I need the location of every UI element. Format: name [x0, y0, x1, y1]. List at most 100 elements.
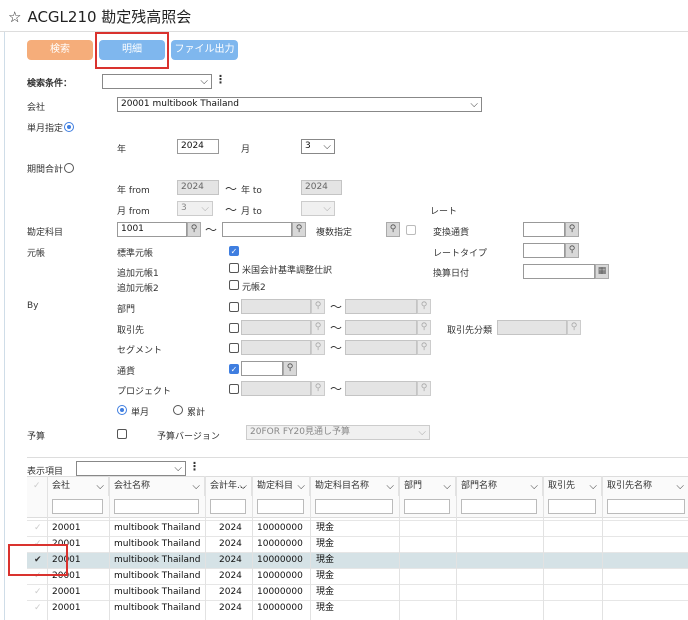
dept-from-input[interactable]: [241, 299, 311, 314]
multi-select-checkbox[interactable]: [406, 225, 416, 235]
month-from-select[interactable]: 3 ⌵: [177, 201, 213, 216]
budget-version-select[interactable]: 20FOR FY20見通し予算 ⌵: [246, 425, 430, 440]
search-icon[interactable]: ⚲: [565, 243, 579, 258]
display-items-select[interactable]: ⌵: [76, 461, 186, 476]
project-from-input[interactable]: [241, 381, 311, 396]
partner-from-input[interactable]: [241, 320, 311, 335]
cell-account: 10000000: [257, 539, 303, 549]
budget-version-value: 20FOR FY20見通し予算: [250, 427, 350, 437]
partner-to-input[interactable]: [345, 320, 417, 335]
single-month-period-radio[interactable]: [117, 405, 127, 415]
chevron-down-icon: ⌵: [96, 481, 104, 492]
conv-date-input[interactable]: [523, 264, 595, 279]
table-row[interactable]: ✓ 20001 multibook Thailand 2024 10000000…: [27, 600, 688, 616]
dept-to-input[interactable]: [345, 299, 417, 314]
more-options-icon[interactable]: ⋮: [189, 460, 200, 473]
table-row[interactable]: ✓ 20001 multibook Thailand 2024 10000000…: [27, 584, 688, 600]
search-icon[interactable]: ⚲: [565, 222, 579, 237]
company-select[interactable]: 20001 multibook Thailand ⌵: [117, 97, 482, 112]
budget-checkbox[interactable]: [117, 429, 127, 439]
std-ledger-checkbox[interactable]: ✓: [229, 246, 239, 256]
table-row-selected[interactable]: ✔ 20001 multibook Thailand 2024 10000000…: [27, 552, 688, 568]
search-icon[interactable]: ⚲: [311, 320, 325, 335]
search-icon[interactable]: ⚲: [311, 340, 325, 355]
col-header-company-name[interactable]: 会社名称 ⌵: [109, 476, 205, 496]
chevron-down-icon: ⌵: [676, 481, 684, 492]
account-to-input[interactable]: [222, 222, 292, 237]
star-icon[interactable]: ☆: [8, 8, 21, 26]
segment-from-input[interactable]: [241, 340, 311, 355]
search-button[interactable]: 検索: [27, 40, 93, 60]
us-gaap-checkbox[interactable]: [229, 263, 239, 273]
row-check-icon[interactable]: ✓: [34, 521, 42, 536]
ledger2-checkbox[interactable]: [229, 280, 239, 290]
filter-partner[interactable]: [548, 499, 596, 514]
partner-class-input[interactable]: [497, 320, 567, 335]
page-title: ☆ ACGL210 勘定残高照会: [8, 6, 191, 27]
year-to-input[interactable]: 2024: [301, 180, 342, 195]
rate-type-input[interactable]: [523, 243, 565, 258]
search-icon[interactable]: ⚲: [311, 299, 325, 314]
currency-input[interactable]: [241, 361, 283, 376]
column-divider: [456, 476, 457, 620]
project-checkbox[interactable]: [229, 384, 239, 394]
search-icon[interactable]: ⚲: [417, 381, 431, 396]
period-total-radio[interactable]: [64, 163, 74, 173]
search-icon[interactable]: ⚲: [311, 381, 325, 396]
single-month-radio[interactable]: [64, 122, 74, 132]
segment-checkbox[interactable]: [229, 343, 239, 353]
col-header-partner[interactable]: 取引先 ⌵: [543, 476, 602, 496]
table-row[interactable]: ✓ 20001 multibook Thailand 2024 10000000…: [27, 568, 688, 584]
filter-account-name[interactable]: [315, 499, 393, 514]
more-options-icon[interactable]: ⋮: [215, 73, 226, 86]
year-input[interactable]: 2024: [177, 139, 219, 154]
search-icon[interactable]: ⚲: [417, 340, 431, 355]
month-select[interactable]: 3 ⌵: [301, 139, 335, 154]
conv-currency-input[interactable]: [523, 222, 565, 237]
search-icon[interactable]: ⚲: [283, 361, 297, 376]
dept-checkbox[interactable]: [229, 302, 239, 312]
account-from-input[interactable]: 1001: [117, 222, 187, 237]
file-output-button[interactable]: ファイル出力: [171, 40, 238, 60]
select-all-check-icon[interactable]: ✓: [33, 481, 41, 491]
year-from-input[interactable]: 2024: [177, 180, 219, 195]
calendar-icon[interactable]: ▦: [595, 264, 609, 279]
filter-dept[interactable]: [404, 499, 450, 514]
row-check-icon[interactable]: ✓: [34, 601, 42, 616]
filter-company[interactable]: [52, 499, 103, 514]
col-header-account[interactable]: 勘定科目 ⌵: [252, 476, 310, 496]
month-from-value: 3: [181, 203, 187, 213]
search-icon[interactable]: ⚲: [567, 320, 581, 335]
segment-to-input[interactable]: [345, 340, 417, 355]
add-ledger1-label: 追加元帳1: [117, 269, 159, 279]
cumulative-radio[interactable]: [173, 405, 183, 415]
filter-partner-name[interactable]: [607, 499, 685, 514]
project-to-input[interactable]: [345, 381, 417, 396]
col-header-partner-name[interactable]: 取引先名称 ⌵: [602, 476, 688, 496]
table-row[interactable]: ✓ 20001 multibook Thailand 2024 10000000…: [27, 520, 688, 536]
filter-account[interactable]: [257, 499, 304, 514]
month-to-select[interactable]: ⌵: [301, 201, 335, 216]
col-header-company[interactable]: 会社 ⌵: [47, 476, 109, 496]
filter-fiscal-year[interactable]: [210, 499, 246, 514]
cell-fiscal-year: 2024: [219, 555, 242, 565]
partner-checkbox[interactable]: [229, 323, 239, 333]
search-icon[interactable]: ⚲: [417, 299, 431, 314]
col-header-dept-name[interactable]: 部門名称 ⌵: [456, 476, 543, 496]
search-icon[interactable]: ⚲: [292, 222, 306, 237]
search-icon[interactable]: ⚲: [187, 222, 201, 237]
table-row[interactable]: ✓ 20001 multibook Thailand 2024 10000000…: [27, 536, 688, 552]
filter-company-name[interactable]: [114, 499, 199, 514]
search-icon[interactable]: ⚲: [417, 320, 431, 335]
us-gaap-label: 米国会計基準調整仕訳: [242, 266, 333, 276]
filter-dept-name[interactable]: [461, 499, 537, 514]
search-condition-select[interactable]: ⌵: [102, 74, 212, 89]
col-header-dept[interactable]: 部門 ⌵: [399, 476, 456, 496]
search-icon[interactable]: ⚲: [386, 222, 400, 237]
col-header-account-name[interactable]: 勘定科目名称 ⌵: [310, 476, 399, 496]
rate-type-label: レートタイプ: [433, 249, 488, 259]
col-header-fiscal-year[interactable]: 会計年... ⌵: [205, 476, 252, 496]
currency-checkbox[interactable]: ✓: [229, 364, 239, 374]
page-title-text: ACGL210 勘定残高照会: [27, 8, 192, 26]
row-check-icon[interactable]: ✓: [34, 585, 42, 600]
